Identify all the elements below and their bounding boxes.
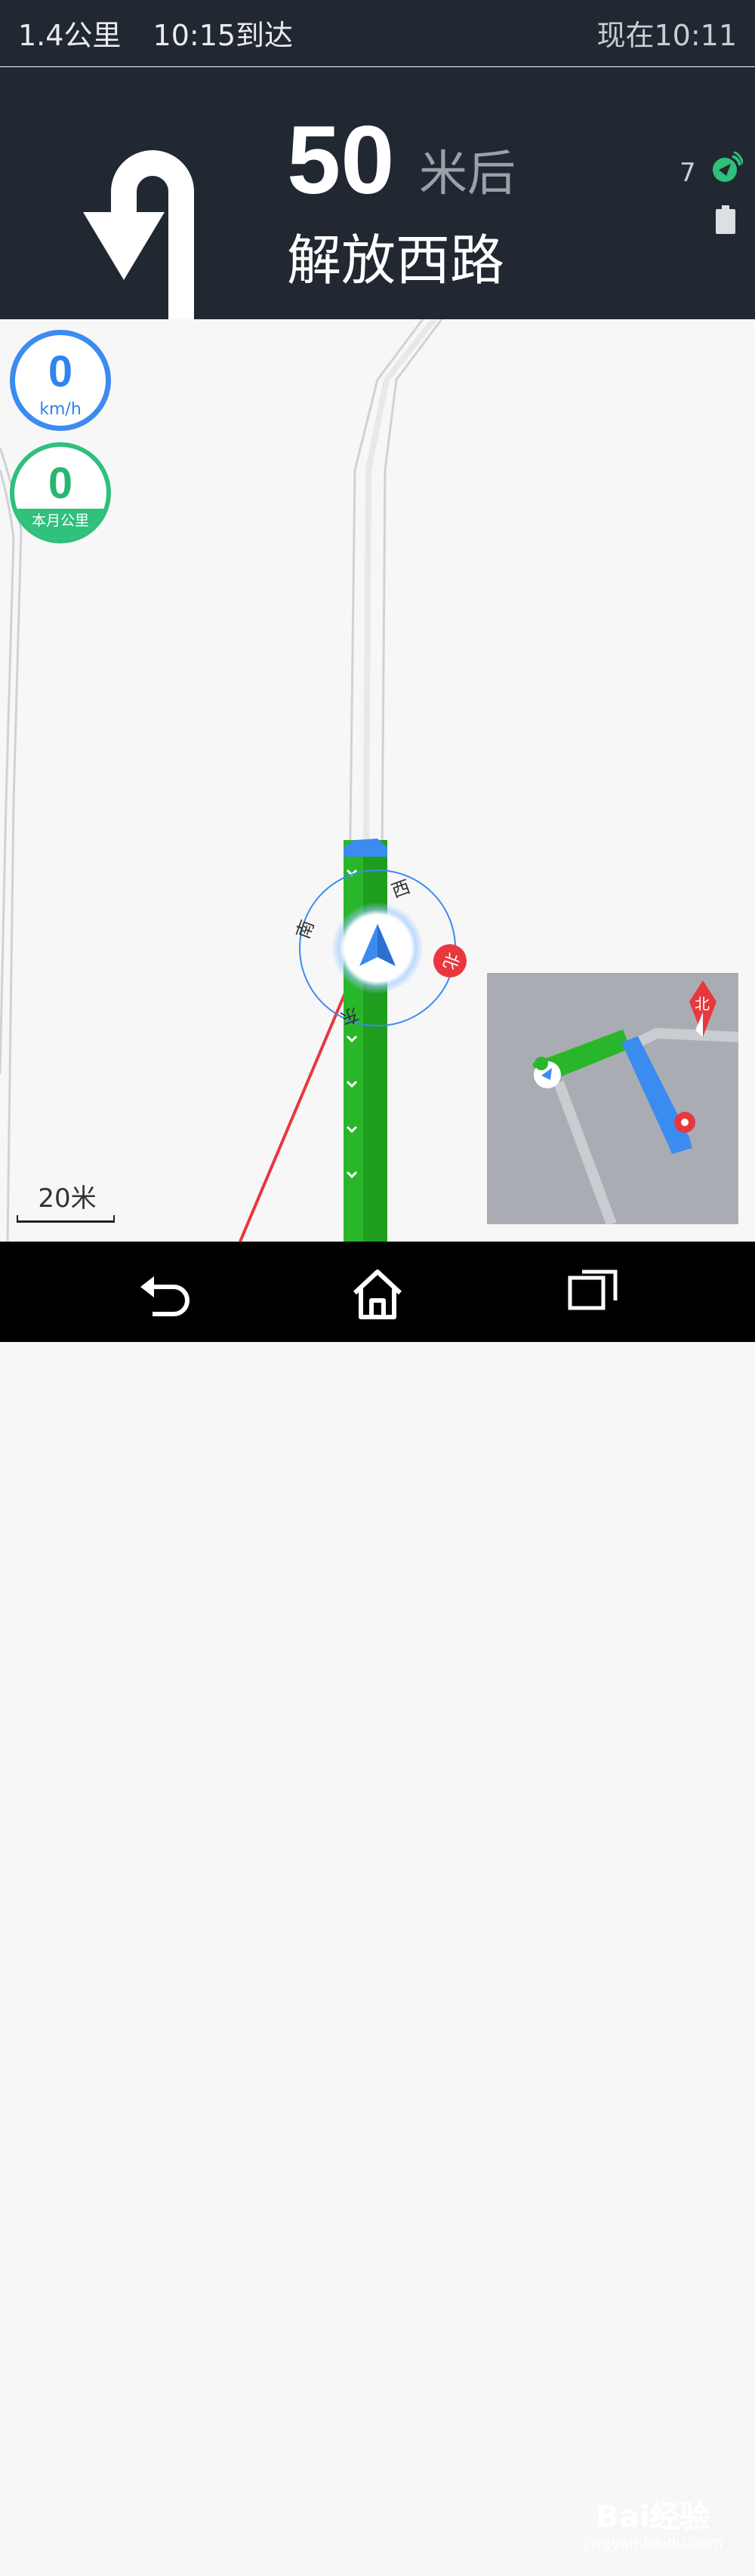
monthly-mileage-indicator[interactable]: 0 本月公里 [10, 442, 111, 543]
speed-unit: km/h [39, 400, 82, 419]
map-scale-bar: 20米 [17, 1177, 118, 1223]
gps-signal-icon [713, 152, 743, 182]
navigation-arrow-icon [359, 924, 396, 966]
next-road-name: 解放西路 [287, 229, 505, 292]
route-path [344, 839, 387, 1242]
status-bar: 1.4公里 10:15到达 现在10:11 [0, 0, 755, 66]
mileage-value: 0 [48, 459, 73, 508]
system-navigation-bar: Bai经验 jingyan.baidu.com [0, 1242, 755, 2552]
baidu-jingyan-watermark: Bai经验 jingyan.baidu.com [562, 2501, 744, 2576]
turn-distance-unit: 米后 [419, 146, 516, 202]
recent-apps-icon[interactable] [562, 1264, 623, 1325]
route-overview-minimap[interactable]: 北 [487, 973, 739, 1226]
current-location-marker [332, 903, 423, 993]
guidance-panel[interactable]: 50 米后 解放西路 7 [0, 67, 755, 331]
u-turn-left-icon [83, 150, 194, 331]
turn-distance-value: 50 [287, 106, 395, 214]
back-icon[interactable] [137, 1264, 198, 1325]
gps-satellite-count: 7 [680, 158, 696, 188]
scale-line [17, 1215, 115, 1223]
mileage-label: 本月公里 [14, 509, 106, 539]
minimap-north-label: 北 [695, 995, 710, 1013]
current-time: 现在10:11 [596, 19, 737, 52]
compass-north-label: 北 [438, 949, 462, 972]
arrival-time: 10:15到达 [153, 19, 294, 52]
watermark-url: jingyan.baidu.com [583, 2534, 723, 2552]
scale-label: 20米 [38, 1183, 97, 1214]
home-icon[interactable] [347, 1264, 408, 1325]
remaining-distance: 1.4公里 [18, 19, 122, 52]
battery-icon [716, 205, 735, 234]
trip-summary: 1.4公里 10:15到达 [18, 12, 316, 54]
watermark-brand: Bai经验 [596, 2500, 710, 2534]
speed-indicator: 0 km/h [10, 330, 111, 431]
speed-value: 0 [48, 347, 73, 396]
